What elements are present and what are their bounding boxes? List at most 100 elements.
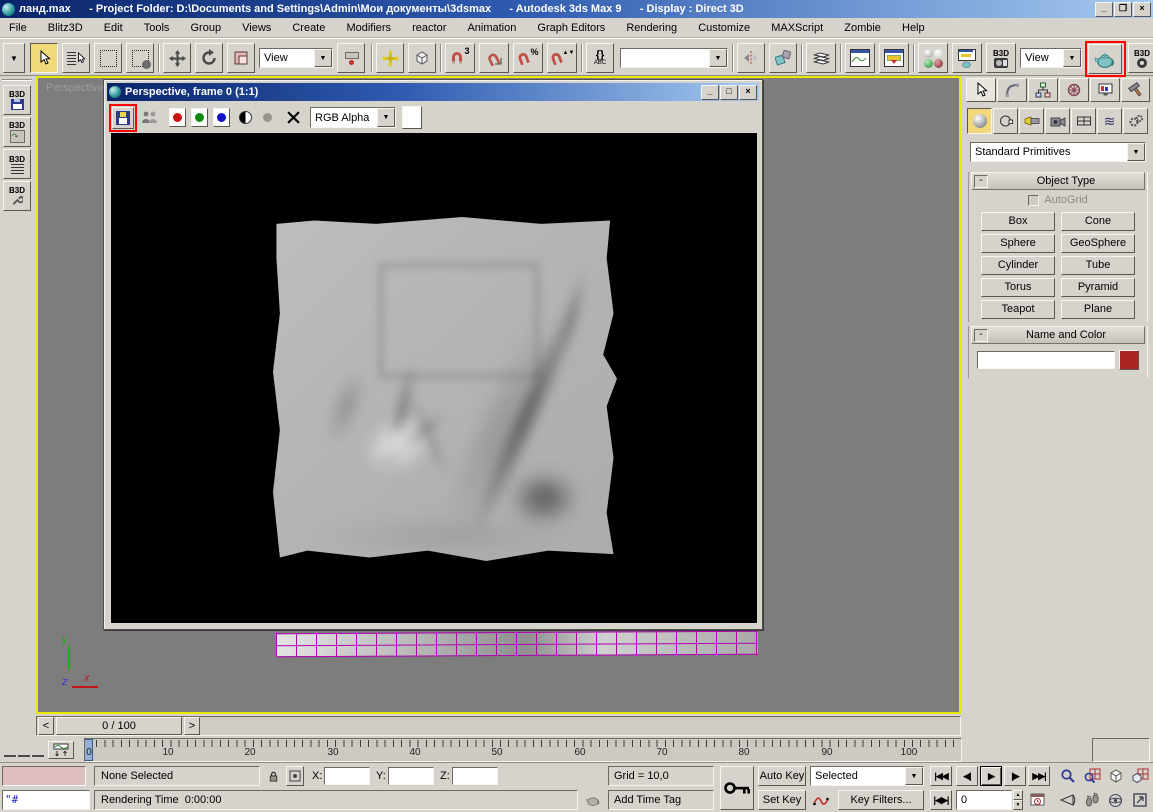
menu-blitz3d[interactable]: Blitz3D bbox=[39, 18, 92, 38]
z-coord-field[interactable] bbox=[452, 767, 498, 785]
pan-button[interactable] bbox=[1080, 790, 1103, 810]
maxscript-mini-listener-input[interactable]: "#("default")" bbox=[2, 790, 90, 810]
tab-motion[interactable] bbox=[1059, 78, 1089, 102]
clear-image-button[interactable] bbox=[285, 108, 302, 127]
tab-hierarchy[interactable] bbox=[1028, 78, 1058, 102]
reference-coordinate-system-dropdown[interactable]: View ▼ bbox=[259, 48, 333, 68]
field-of-view-button[interactable] bbox=[1056, 790, 1079, 810]
object-button-plane[interactable]: Plane bbox=[1061, 300, 1135, 319]
close-button[interactable]: × bbox=[1133, 2, 1151, 17]
object-button-tube[interactable]: Tube bbox=[1061, 256, 1135, 275]
schematic-view-button[interactable] bbox=[879, 43, 909, 73]
select-and-move-button[interactable] bbox=[163, 43, 191, 73]
autogrid-checkbox[interactable] bbox=[1028, 195, 1039, 206]
frame-spinner[interactable]: ▲ ▼ bbox=[1013, 790, 1023, 810]
object-type-rollout-header[interactable]: - Object Type bbox=[971, 172, 1145, 190]
time-slider-handle[interactable]: 0 / 100 bbox=[56, 717, 182, 735]
menu-edit[interactable]: Edit bbox=[95, 18, 132, 38]
time-slider-prev-button[interactable]: < bbox=[38, 717, 54, 735]
use-center-flyout-button[interactable] bbox=[337, 43, 365, 73]
key-filters-button[interactable]: Key Filters... bbox=[838, 790, 924, 810]
b3d-save-button[interactable]: B3D bbox=[3, 85, 31, 115]
menu-help[interactable]: Help bbox=[893, 18, 934, 38]
monochrome-button[interactable] bbox=[237, 108, 254, 127]
menu-group[interactable]: Group bbox=[181, 18, 230, 38]
background-color-swatch[interactable] bbox=[402, 106, 422, 129]
green-channel-button[interactable] bbox=[191, 108, 208, 127]
menu-tools[interactable]: Tools bbox=[135, 18, 179, 38]
auto-key-button[interactable]: Auto Key bbox=[758, 766, 806, 786]
render-minimize-button[interactable]: _ bbox=[701, 85, 719, 100]
set-key-mode-toggle[interactable] bbox=[720, 766, 754, 810]
rendered-frame-window[interactable]: Perspective, frame 0 (1:1) _ □ × bbox=[103, 79, 763, 630]
edit-named-selection-sets-button[interactable]: {} ABC bbox=[586, 43, 614, 73]
snap-toggle-3d-button[interactable]: 3 bbox=[445, 43, 475, 73]
go-to-end-button[interactable]: ▶▶| bbox=[1028, 766, 1050, 786]
menu-animation[interactable]: Animation bbox=[458, 18, 525, 38]
collapse-minus-icon[interactable]: - bbox=[974, 329, 988, 342]
cube-toggle-button[interactable] bbox=[408, 43, 436, 73]
menu-reactor[interactable]: reactor bbox=[403, 18, 455, 38]
zoom-all-button[interactable] bbox=[1080, 766, 1103, 786]
select-and-scale-button[interactable] bbox=[227, 43, 255, 73]
object-button-cylinder[interactable]: Cylinder bbox=[981, 256, 1055, 275]
b3d-list-button[interactable]: B3D bbox=[3, 149, 31, 179]
arc-rotate-button[interactable] bbox=[1104, 790, 1127, 810]
maxscript-mini-listener-pink[interactable] bbox=[2, 766, 86, 786]
b3d-right-button[interactable]: B3D bbox=[1128, 43, 1153, 73]
render-scene-dialog-button[interactable] bbox=[952, 43, 982, 73]
name-color-rollout-header[interactable]: - Name and Color bbox=[971, 326, 1145, 344]
collapse-minus-icon[interactable]: - bbox=[974, 175, 988, 188]
window-titlebar[interactable]: ланд.max - Project Folder: D:\Documents … bbox=[0, 0, 1153, 18]
zoom-button[interactable] bbox=[1056, 766, 1079, 786]
zoom-extents-button[interactable] bbox=[1104, 766, 1127, 786]
align-button[interactable] bbox=[769, 43, 797, 73]
percent-snap-toggle-button[interactable]: % bbox=[513, 43, 543, 73]
spinner-down-icon[interactable]: ▼ bbox=[1013, 800, 1023, 810]
object-name-input[interactable] bbox=[977, 351, 1115, 369]
tab-create[interactable] bbox=[966, 78, 996, 102]
menu-create[interactable]: Create bbox=[283, 18, 334, 38]
menu-zombie[interactable]: Zombie bbox=[835, 18, 890, 38]
default-tangent-button[interactable] bbox=[808, 790, 834, 810]
render-window-titlebar[interactable]: Perspective, frame 0 (1:1) _ □ × bbox=[107, 83, 759, 101]
curve-editor-button[interactable] bbox=[845, 43, 875, 73]
select-and-manipulate-button[interactable] bbox=[376, 43, 404, 73]
select-by-name-button[interactable] bbox=[62, 43, 90, 73]
b3d-export-button[interactable]: B3D ↷ bbox=[3, 117, 31, 147]
shapes-category-button[interactable] bbox=[993, 108, 1018, 134]
save-image-button[interactable] bbox=[112, 107, 134, 129]
menu-modifiers[interactable]: Modifiers bbox=[337, 18, 400, 38]
restore-button[interactable]: ❐ bbox=[1114, 2, 1132, 17]
select-object-button[interactable] bbox=[30, 43, 58, 73]
minimize-button[interactable]: _ bbox=[1095, 2, 1113, 17]
set-key-button[interactable]: Set Key bbox=[758, 790, 806, 810]
tab-utilities[interactable] bbox=[1121, 78, 1150, 102]
spinner-up-icon[interactable]: ▲ bbox=[1013, 790, 1023, 800]
space-warps-category-button[interactable]: ≋ bbox=[1097, 108, 1122, 134]
lights-category-button[interactable] bbox=[1019, 108, 1044, 134]
quick-render-button[interactable] bbox=[1088, 44, 1122, 74]
maximize-viewport-toggle-button[interactable] bbox=[1128, 790, 1151, 810]
layer-manager-button[interactable] bbox=[806, 43, 836, 73]
object-button-torus[interactable]: Torus bbox=[981, 278, 1055, 297]
play-button[interactable]: ▶ bbox=[980, 766, 1002, 786]
previous-frame-button[interactable]: ◀| bbox=[956, 766, 978, 786]
helpers-category-button[interactable] bbox=[1071, 108, 1096, 134]
tab-display[interactable] bbox=[1090, 78, 1120, 102]
object-button-sphere[interactable]: Sphere bbox=[981, 234, 1055, 253]
menu-rendering[interactable]: Rendering bbox=[617, 18, 686, 38]
systems-category-button[interactable] bbox=[1123, 108, 1148, 134]
zoom-extents-all-button[interactable] bbox=[1128, 766, 1151, 786]
go-to-start-button[interactable]: |◀◀ bbox=[930, 766, 952, 786]
b3d-tools-button[interactable]: B3D bbox=[3, 181, 31, 211]
toolbar-flyout-dropdown-button[interactable]: ▼ bbox=[3, 43, 25, 73]
menu-maxscript[interactable]: MAXScript bbox=[762, 18, 832, 38]
y-coord-field[interactable] bbox=[388, 767, 434, 785]
track-bar-ruler[interactable]: 0 10 20 30 40 50 60 70 80 90 100 bbox=[84, 738, 962, 762]
cameras-category-button[interactable] bbox=[1045, 108, 1070, 134]
object-button-geosphere[interactable]: GeoSphere bbox=[1061, 234, 1135, 253]
viewport-label[interactable]: Perspective bbox=[46, 82, 103, 94]
menu-file[interactable]: File bbox=[0, 18, 36, 38]
object-button-teapot[interactable]: Teapot bbox=[981, 300, 1055, 319]
